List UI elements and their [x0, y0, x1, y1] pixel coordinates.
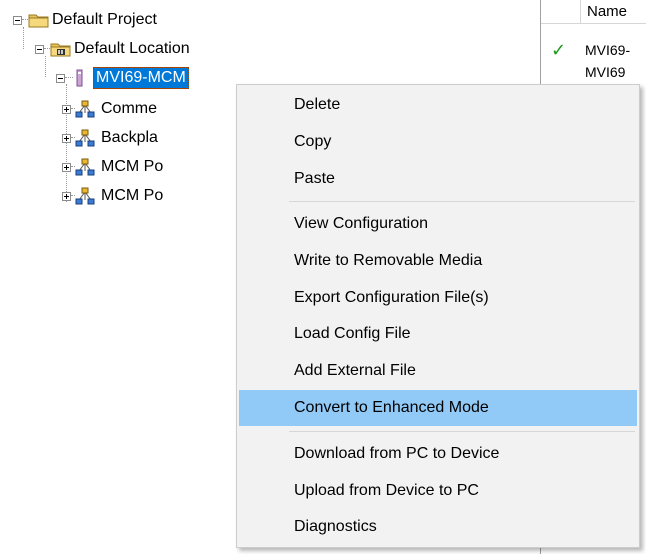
menu-item-export-configuration[interactable]: Export Configuration File(s) — [239, 280, 637, 316]
menu-item-copy[interactable]: Copy — [239, 124, 637, 160]
menu-item-write-removable-media[interactable]: Write to Removable Media — [239, 243, 637, 279]
tree-item-child[interactable]: MCM Po — [62, 185, 165, 207]
expand-icon[interactable] — [62, 133, 71, 143]
menu-item-convert-enhanced-mode[interactable]: Convert to Enhanced Mode — [239, 390, 637, 426]
menu-separator — [289, 431, 635, 432]
network-icon — [75, 158, 95, 176]
menu-separator — [289, 201, 635, 202]
menu-item-add-external-file[interactable]: Add External File — [239, 353, 637, 389]
menu-item-view-configuration[interactable]: View Configuration — [239, 206, 637, 242]
tree-label-child: Backpla — [101, 129, 158, 146]
rack-folder-icon — [50, 43, 71, 57]
network-icon — [75, 187, 95, 205]
checkmark-icon: ✓ — [551, 40, 567, 60]
tree-label-module[interactable]: MVI69-MCM — [93, 67, 189, 89]
tree-label-child: MCM Po — [101, 187, 164, 204]
menu-item-load-config-file[interactable]: Load Config File — [239, 316, 637, 352]
menu-item-upload-device-to-pc[interactable]: Upload from Device to PC — [239, 473, 637, 509]
tree-item-default-location[interactable]: Default Location — [35, 38, 192, 60]
menu-item-paste[interactable]: Paste — [239, 161, 637, 197]
menu-item-download-pc-to-device[interactable]: Download from PC to Device — [239, 436, 637, 472]
tree-label-location: Default Location — [74, 40, 190, 57]
collapse-icon[interactable] — [35, 44, 44, 54]
tree-item-child[interactable]: MCM Po — [62, 156, 165, 178]
collapse-icon[interactable] — [13, 15, 22, 25]
expand-icon[interactable] — [62, 191, 71, 201]
collapse-icon[interactable] — [56, 73, 65, 83]
list-item[interactable]: ✓ MVI69- — [541, 39, 646, 61]
list-item[interactable]: MVI69 — [541, 61, 646, 83]
tree-label-child: MCM Po — [101, 158, 164, 175]
menu-item-diagnostics[interactable]: Diagnostics — [239, 509, 637, 545]
tree-item-default-project[interactable]: Default Project — [13, 9, 159, 31]
folder-icon — [28, 14, 49, 28]
tree-label-child: Comme — [101, 100, 158, 117]
network-icon — [75, 100, 95, 118]
menu-item-delete[interactable]: Delete — [239, 87, 637, 123]
tree-item-child[interactable]: Comme — [62, 98, 159, 120]
expand-icon[interactable] — [62, 104, 71, 114]
tree-item-module[interactable]: MVI69-MCM — [56, 67, 189, 89]
tree-label-project: Default Project — [52, 11, 157, 28]
module-icon — [76, 69, 83, 87]
network-icon — [75, 129, 95, 147]
column-header-name[interactable]: Name — [581, 0, 646, 24]
expand-icon[interactable] — [62, 162, 71, 172]
context-menu[interactable]: Delete Copy Paste View Configuration Wri… — [236, 84, 640, 548]
tree-item-child[interactable]: Backpla — [62, 127, 160, 149]
column-header-status[interactable] — [541, 0, 581, 24]
